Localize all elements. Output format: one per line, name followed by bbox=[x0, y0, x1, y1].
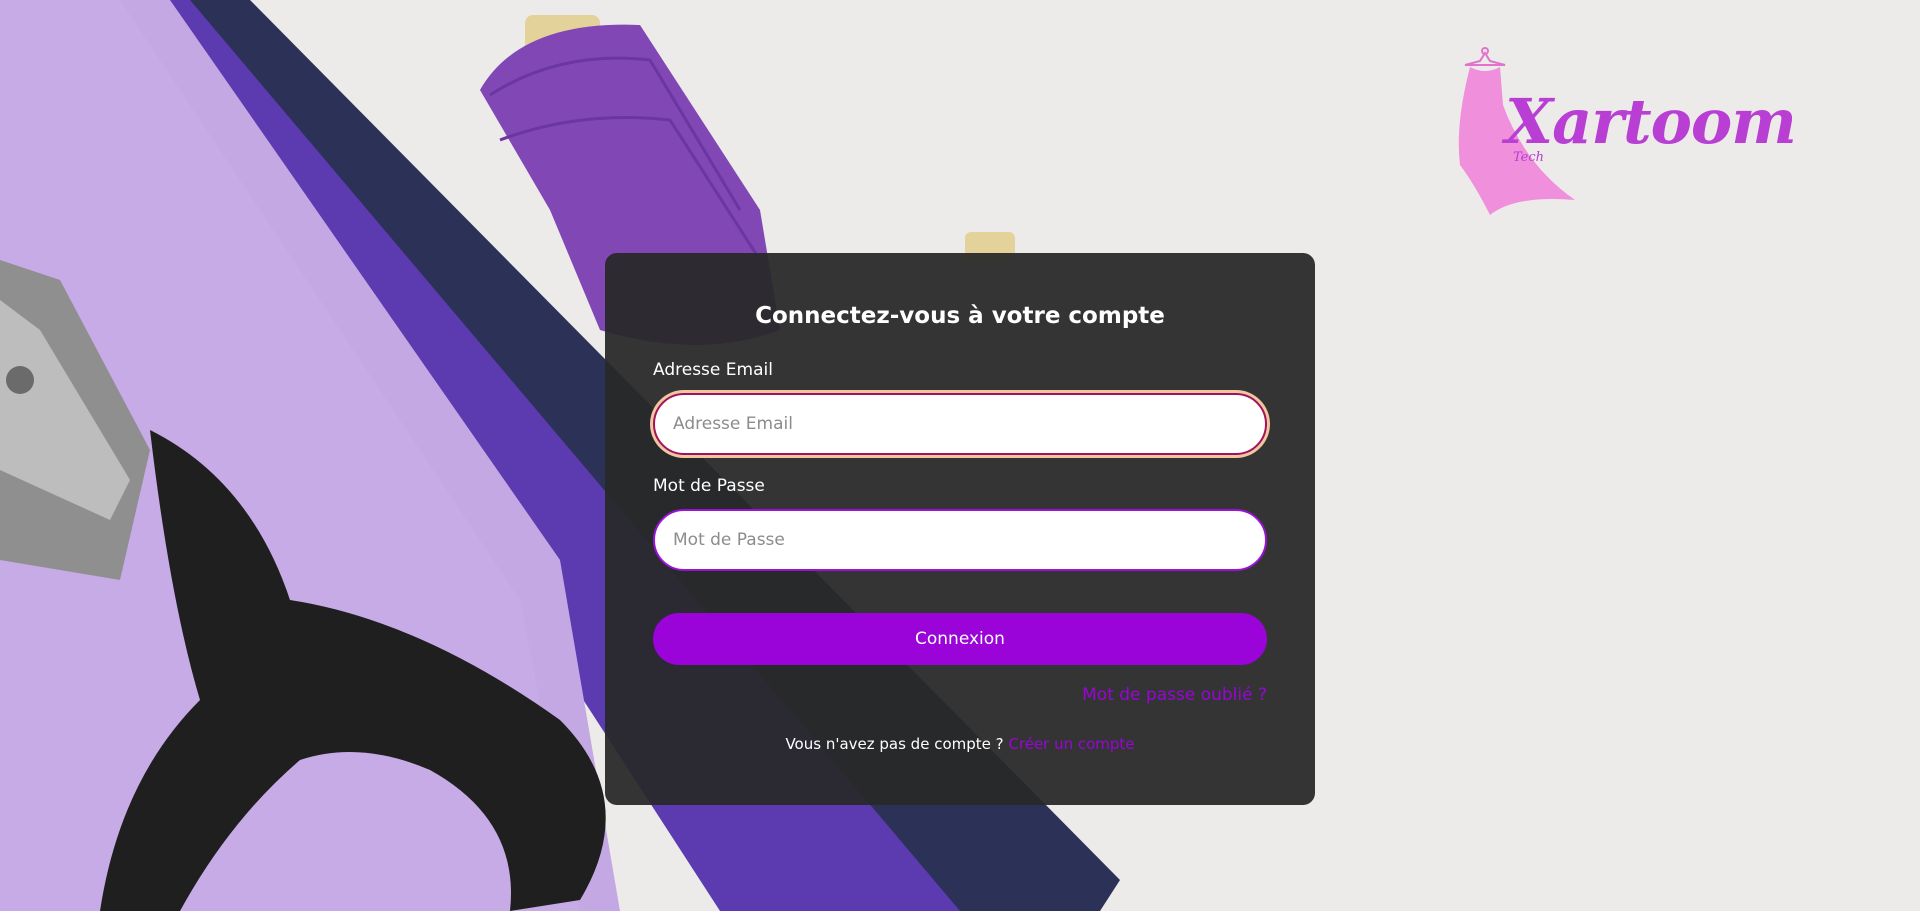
brand-name: Xartoom bbox=[1505, 85, 1797, 158]
brand-logo: Xartoom Tech bbox=[1455, 45, 1797, 225]
create-account-link[interactable]: Créer un compte bbox=[1008, 735, 1134, 753]
no-account-text: Vous n'avez pas de compte ? bbox=[785, 735, 1004, 753]
password-field[interactable] bbox=[653, 509, 1267, 571]
login-title: Connectez-vous à votre compte bbox=[755, 303, 1165, 329]
brand-tagline: Tech bbox=[1513, 150, 1545, 165]
forgot-password-link[interactable]: Mot de passe oublié ? bbox=[1082, 685, 1267, 705]
password-label: Mot de Passe bbox=[653, 476, 765, 496]
login-button[interactable]: Connexion bbox=[653, 613, 1267, 665]
email-label: Adresse Email bbox=[653, 360, 773, 380]
signup-prompt: Vous n'avez pas de compte ? Créer un com… bbox=[605, 735, 1315, 753]
email-field[interactable] bbox=[653, 393, 1267, 455]
login-card: Connectez-vous à votre compte Adresse Em… bbox=[605, 253, 1315, 805]
